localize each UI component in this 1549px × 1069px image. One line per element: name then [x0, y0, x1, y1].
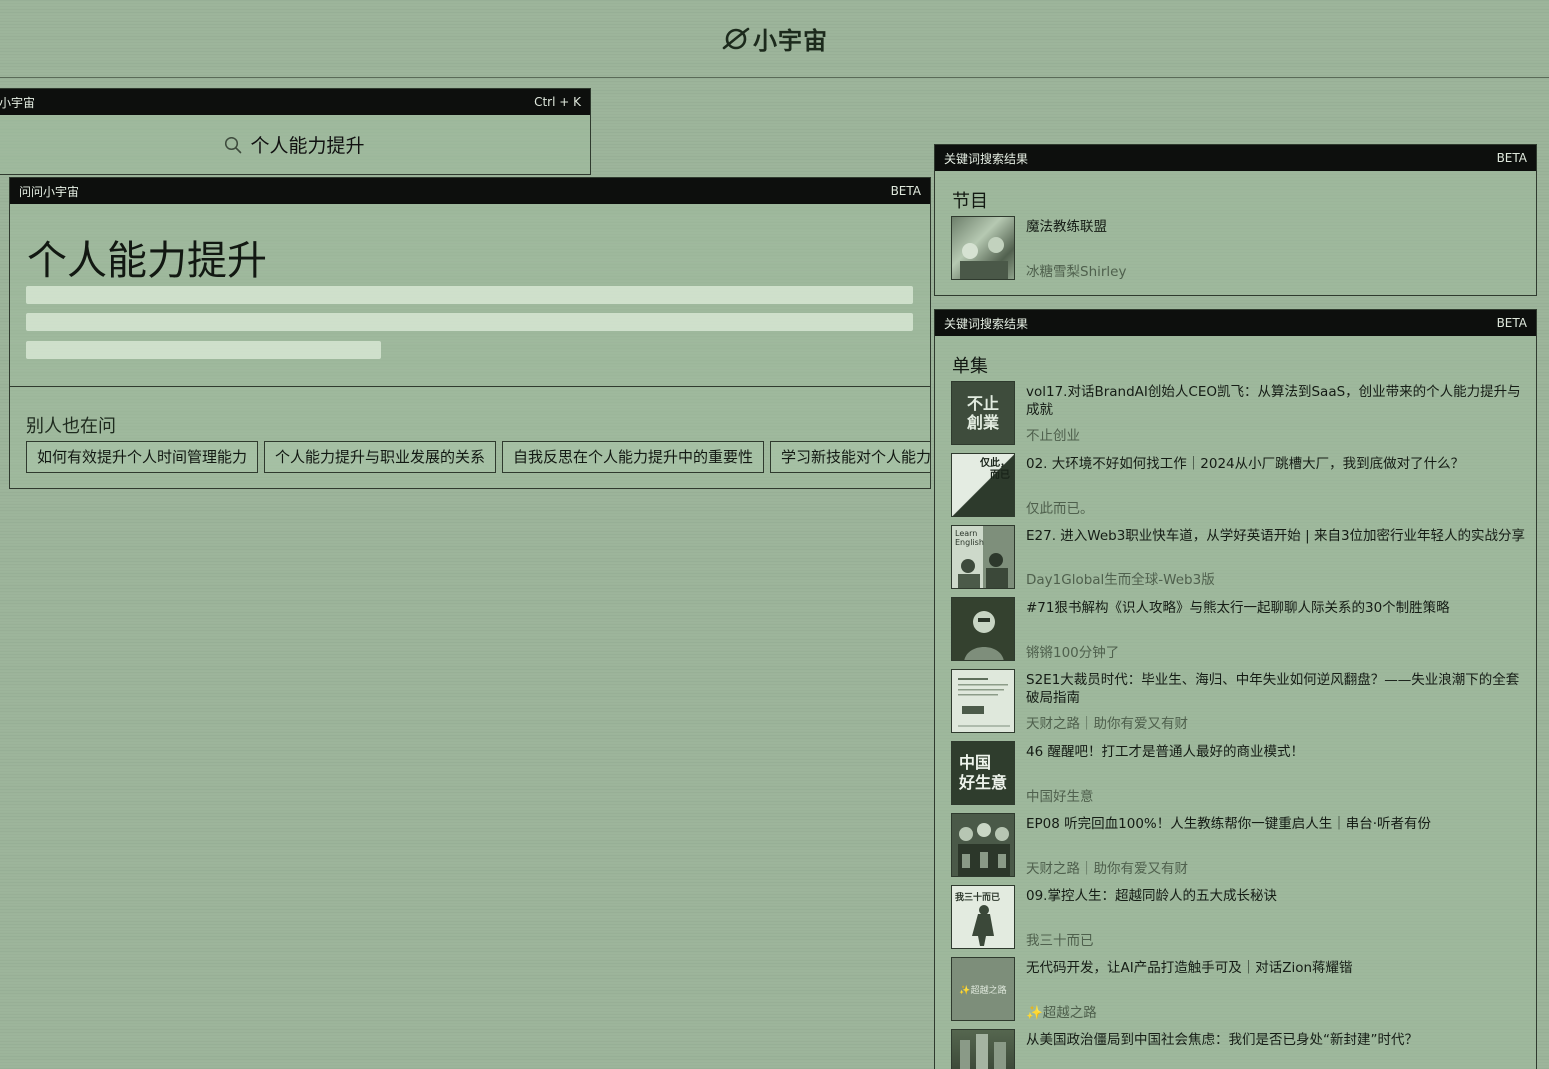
ask-answer-title: 个人能力提升	[27, 238, 267, 284]
episode-cover: 中国 好生意	[951, 741, 1015, 805]
episode-item[interactable]: 从美国政治僵局到中国社会焦虑：我们是否已身处“新封建”时代？	[951, 1029, 1526, 1069]
podcast-author: 冰糖雪梨Shirley	[1026, 264, 1127, 280]
episode-podcast: 锵锵100分钟了	[1026, 645, 1120, 661]
episode-title: #71狠书解构《识人攻略》与熊太行一起聊聊人际关系的30个制胜策略	[1026, 600, 1450, 616]
episode-podcast: 仅此而已。	[1026, 501, 1094, 517]
logo[interactable]: 小宇宙	[721, 21, 828, 56]
beta-badge: BETA	[1496, 316, 1527, 330]
episode-podcast: 我三十而已	[1026, 933, 1094, 949]
episode-title: E27. 进入Web3职业快车道，从学好英语开始 | 来自3位加密行业年轻人的实…	[1026, 528, 1526, 544]
episode-podcast: Day1Global生而全球-Web3版	[1026, 572, 1215, 588]
search-brand: 小宇宙	[0, 95, 36, 110]
episode-title: vol17.对话BrandAI创始人CEO凯飞：从算法到SaaS，创业带来的个人…	[1026, 384, 1521, 418]
also-ask-title: 别人也在问	[26, 416, 116, 437]
cover-logo-text: 我三十而已	[955, 893, 1001, 903]
episode-item[interactable]: 我三十而已 09.掌控人生：超越同龄人的五大成长秘诀 我三十而已	[951, 885, 1526, 949]
cover-logo-text: 不止 創業	[966, 394, 999, 432]
results-header-title: 关键词搜索结果	[944, 316, 1029, 331]
logo-text: 小宇宙	[753, 27, 828, 55]
episode-cover	[951, 1029, 1015, 1069]
episode-item[interactable]: 不止 創業 vol17.对话BrandAI创始人CEO凯飞：从算法到SaaS，创…	[951, 381, 1526, 445]
beta-badge: BETA	[890, 184, 921, 198]
episode-cover	[951, 813, 1015, 877]
episode-item[interactable]: Learn English E27. 进入Web3职业快车道，从学好英语开始 |…	[951, 525, 1526, 589]
episode-item[interactable]: #71狠书解构《识人攻略》与熊太行一起聊聊人际关系的30个制胜策略 锵锵100分…	[951, 597, 1526, 661]
episode-title: 无代码开发，让AI产品打造触手可及｜对话Zion蒋耀锴	[1026, 960, 1353, 976]
episode-title: 从美国政治僵局到中国社会焦虑：我们是否已身处“新封建”时代？	[1026, 1032, 1418, 1048]
cover-logo-text: Learn English	[955, 529, 984, 547]
loading-line	[26, 286, 913, 304]
divider	[10, 386, 930, 387]
episode-podcast: 天财之路｜助你有爱又有财	[1026, 716, 1188, 732]
top-bar: 小宇宙	[0, 0, 1549, 78]
search-query: 个人能力提升	[250, 135, 365, 157]
cover-logo-text: 中国 好生意	[958, 753, 1007, 792]
related-question-chip[interactable]: 自我反思在个人能力提升中的重要性	[502, 441, 765, 473]
episode-title: 46 醒醒吧！打工才是普通人最好的商业模式！	[1026, 744, 1304, 760]
episode-title: 02. 大环境不好如何找工作｜2024从小厂跳槽大厂，我到底做对了什么？	[1026, 456, 1465, 472]
podcast-results-header: 关键词搜索结果 BETA	[935, 145, 1536, 171]
podcast-cover	[951, 216, 1015, 280]
results-header-title: 关键词搜索结果	[944, 151, 1029, 166]
episode-item[interactable]: 中国 好生意 46 醒醒吧！打工才是普通人最好的商业模式！ 中国好生意	[951, 741, 1526, 805]
ask-panel: 问问小宇宙 BETA 个人能力提升 别人也在问 如何有效提升个人时间管理能力 个…	[9, 177, 931, 489]
planet-icon	[722, 27, 750, 49]
related-question-chip[interactable]: 如何有效提升个人时间管理能力	[26, 441, 259, 473]
podcast-title: 魔法教练联盟	[1026, 219, 1107, 235]
episode-title: 09.掌控人生：超越同龄人的五大成长秘诀	[1026, 888, 1277, 904]
related-question-chip[interactable]: 学习新技能对个人能力提升的影响	[770, 441, 930, 473]
episode-cover	[951, 597, 1015, 661]
search-panel-header: 小宇宙 Ctrl + K	[0, 89, 590, 115]
search-panel: 小宇宙 Ctrl + K 个人能力提升	[0, 88, 591, 175]
episode-item[interactable]: EP08 听完回血100%！人生教练帮你一键重启人生｜串台·听者有份 天财之路｜…	[951, 813, 1526, 877]
search-input[interactable]: 个人能力提升	[0, 115, 590, 174]
podcast-results-panel: 关键词搜索结果 BETA 节目 魔法教练联盟 冰糖雪梨Shirley	[934, 144, 1537, 296]
episode-podcast: 中国好生意	[1026, 789, 1094, 805]
episode-cover	[951, 669, 1015, 733]
episode-podcast: ✨超越之路	[1026, 1005, 1097, 1021]
ask-panel-header: 问问小宇宙 BETA	[10, 178, 930, 204]
beta-badge: BETA	[1496, 151, 1527, 165]
episode-item[interactable]: ✨超越之路 无代码开发，让AI产品打造触手可及｜对话Zion蒋耀锴 ✨超越之路	[951, 957, 1526, 1021]
episode-cover: ✨超越之路	[951, 957, 1015, 1021]
loading-line	[26, 341, 381, 359]
search-icon	[225, 136, 242, 153]
episode-title: S2E1大裁员时代：毕业生、海归、中年失业如何逆风翻盘？——失业浪潮下的全套破局…	[1026, 672, 1520, 706]
episode-podcast: 不止创业	[1026, 428, 1080, 444]
ask-header-title: 问问小宇宙	[19, 184, 80, 199]
cover-logo-text: ✨超越之路	[959, 985, 1007, 996]
shortcut-hint: Ctrl + K	[534, 95, 581, 109]
episode-cover: 仅此， 而已	[951, 453, 1015, 517]
episode-podcast: 天财之路｜助你有爱又有财	[1026, 861, 1188, 877]
related-question-chip[interactable]: 个人能力提升与职业发展的关系	[264, 441, 497, 473]
cover-logo-text: 仅此， 而已	[980, 458, 1010, 481]
podcast-item[interactable]: 魔法教练联盟 冰糖雪梨Shirley	[951, 216, 1526, 280]
episode-cover: Learn English	[951, 525, 1015, 589]
episode-item[interactable]: S2E1大裁员时代：毕业生、海归、中年失业如何逆风翻盘？——失业浪潮下的全套破局…	[951, 669, 1526, 733]
loading-line	[26, 313, 913, 331]
episode-item[interactable]: 仅此， 而已 02. 大环境不好如何找工作｜2024从小厂跳槽大厂，我到底做对了…	[951, 453, 1526, 517]
episode-cover: 不止 創業	[951, 381, 1015, 445]
section-title-podcasts: 节目	[952, 191, 988, 212]
related-questions: 如何有效提升个人时间管理能力 个人能力提升与职业发展的关系 自我反思在个人能力提…	[26, 441, 930, 473]
episode-results-header: 关键词搜索结果 BETA	[935, 310, 1536, 336]
episode-title: EP08 听完回血100%！人生教练帮你一键重启人生｜串台·听者有份	[1026, 816, 1432, 832]
episode-cover: 我三十而已	[951, 885, 1015, 949]
section-title-episodes: 单集	[952, 356, 988, 377]
episode-results-panel: 关键词搜索结果 BETA 单集 不止 創業 vol17.对话BrandAI创始人…	[934, 309, 1537, 1069]
